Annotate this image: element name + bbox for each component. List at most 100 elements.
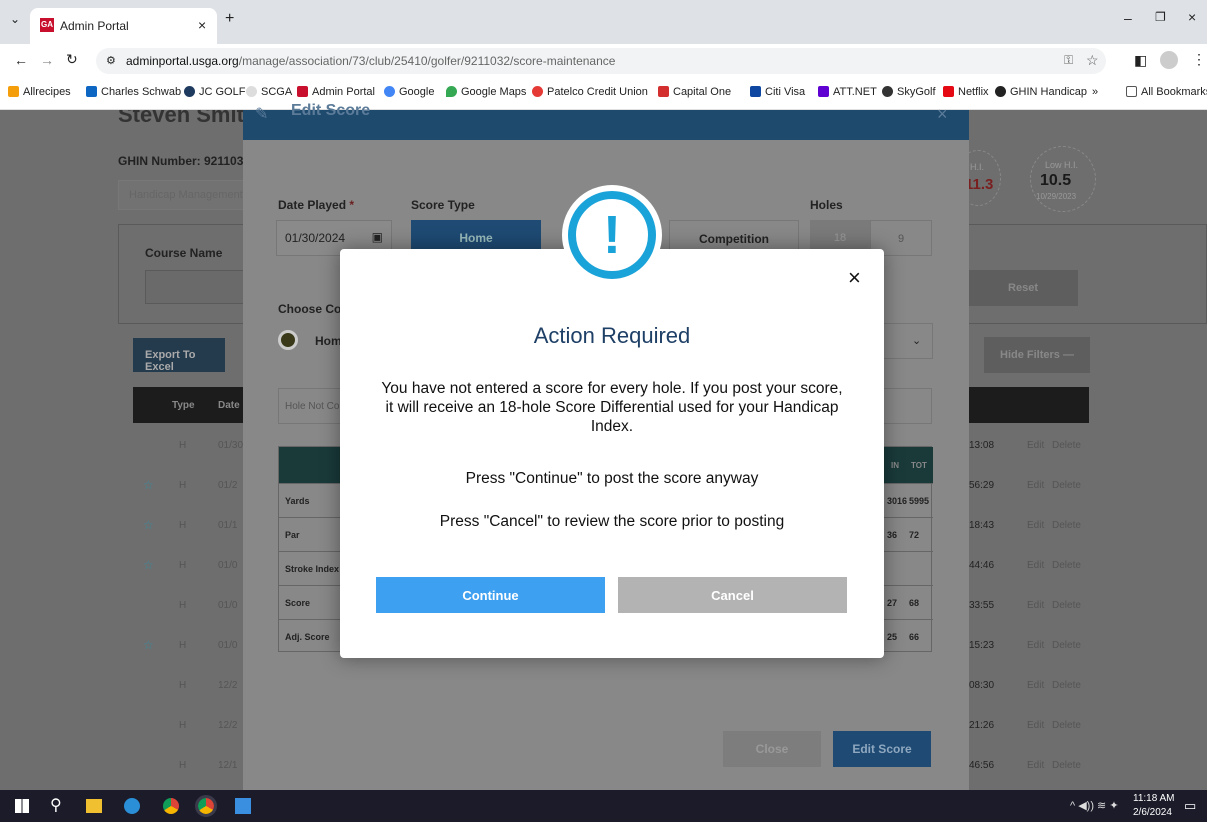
row-delete-link[interactable]: Delete xyxy=(1052,680,1081,691)
course-select[interactable]: ⌄ xyxy=(883,323,933,359)
row-edit-link[interactable]: Edit xyxy=(1027,520,1044,531)
tray-icons[interactable]: ^ ◀)) ≋ ✦ xyxy=(1070,799,1119,812)
minimize-icon[interactable]: – xyxy=(1124,10,1132,26)
row-type: H xyxy=(179,640,187,651)
back-icon[interactable]: ← xyxy=(14,52,28,68)
bookmark-9[interactable]: Citi Visa xyxy=(750,86,805,98)
row-delete-link[interactable]: Delete xyxy=(1052,720,1081,731)
export-excel-button[interactable]: Export To Excel xyxy=(133,338,225,373)
reset-button[interactable]: Reset xyxy=(968,270,1078,306)
handicap-tab[interactable]: Handicap Management xyxy=(118,180,244,210)
holes-label: Holes xyxy=(810,198,843,212)
chrome-icon[interactable] xyxy=(163,798,179,814)
row-delete-link[interactable]: Delete xyxy=(1052,760,1081,771)
home-radio-label: Hom xyxy=(315,334,342,348)
browser-tab[interactable]: GA Admin Portal × xyxy=(30,8,217,44)
row-delete-link[interactable]: Delete xyxy=(1052,480,1081,491)
row-delete-link[interactable]: Delete xyxy=(1052,600,1081,611)
all-bookmarks[interactable]: All Bookmarks xyxy=(1126,86,1207,98)
favorite-star-icon[interactable]: ☆ xyxy=(143,518,154,532)
row-date: 01/0 xyxy=(218,600,238,611)
edit-close-icon[interactable]: × xyxy=(937,104,948,125)
row-edit-link[interactable]: Edit xyxy=(1027,680,1044,691)
date-played-label: Date Played * xyxy=(278,198,355,212)
row-edit-link[interactable]: Edit xyxy=(1027,560,1044,571)
row-type: H xyxy=(179,560,187,571)
profile-icon[interactable] xyxy=(1160,51,1178,69)
chrome-active-icon[interactable] xyxy=(195,795,217,817)
low-hi-date: 10/29/2023 xyxy=(1036,192,1077,201)
windows-start-icon[interactable] xyxy=(15,799,29,813)
row-time: 44:46 xyxy=(969,560,995,571)
cancel-hint: Press "Cancel" to review the score prior… xyxy=(439,513,785,530)
star-bookmark-icon[interactable]: ☆ xyxy=(1086,52,1099,69)
scorecard-in-value: 36 xyxy=(887,530,898,540)
row-edit-link[interactable]: Edit xyxy=(1027,640,1044,651)
url-bar[interactable]: ⚙ adminportal.usga.org/manage/associatio… xyxy=(96,48,1106,74)
clock-time: 11:18 AM xyxy=(1133,793,1175,804)
favorite-star-icon[interactable]: ☆ xyxy=(143,638,154,652)
course-name-input[interactable] xyxy=(145,270,245,304)
restore-icon[interactable]: ❐ xyxy=(1155,10,1166,24)
row-date: 01/1 xyxy=(218,520,238,531)
edit-score-button[interactable]: Edit Score xyxy=(833,731,931,767)
bookmark-13[interactable]: GHIN Handicap xyxy=(995,86,1087,98)
row-edit-link[interactable]: Edit xyxy=(1027,600,1044,611)
close-window-icon[interactable]: × xyxy=(1188,9,1196,25)
favorite-star-icon[interactable]: ☆ xyxy=(143,558,154,572)
cancel-button[interactable]: Cancel xyxy=(618,577,847,613)
hi-value: 11.3 xyxy=(965,176,994,193)
sidepanel-icon[interactable]: ◧ xyxy=(1134,52,1147,69)
bookmark-10[interactable]: ATT.NET xyxy=(818,86,877,98)
row-time: 08:30 xyxy=(969,680,995,691)
bookmark-0[interactable]: Allrecipes xyxy=(8,86,71,98)
row-edit-link[interactable]: Edit xyxy=(1027,480,1044,491)
bookmark-12[interactable]: Netflix xyxy=(943,86,989,98)
row-time: 13:08 xyxy=(969,440,995,451)
row-edit-link[interactable]: Edit xyxy=(1027,440,1044,451)
bookmark-2[interactable]: JC GOLF xyxy=(184,86,245,98)
close-icon[interactable]: × xyxy=(848,265,861,291)
new-tab-icon[interactable]: + xyxy=(225,10,234,28)
calendar-icon[interactable]: ▣ xyxy=(372,230,383,244)
tot-header: TOT xyxy=(911,461,927,470)
scorecard-row-label: Adj. Score xyxy=(285,632,330,642)
app-icon[interactable] xyxy=(235,798,251,814)
row-delete-link[interactable]: Delete xyxy=(1052,520,1081,531)
key-icon[interactable]: ⚿ xyxy=(1064,53,1073,68)
bookmark-7[interactable]: Patelco Credit Union xyxy=(532,86,648,98)
file-explorer-icon[interactable] xyxy=(86,799,102,813)
bookmark-5[interactable]: Google xyxy=(384,86,434,98)
row-delete-link[interactable]: Delete xyxy=(1052,640,1081,651)
search-icon[interactable]: ⚲ xyxy=(50,795,62,815)
row-type: H xyxy=(179,720,187,731)
bookmark-6[interactable]: Google Maps xyxy=(446,86,526,98)
bookmark-4[interactable]: Admin Portal xyxy=(297,86,375,98)
reload-icon[interactable]: ↻ xyxy=(66,51,78,68)
edge-icon[interactable] xyxy=(124,798,140,814)
bookmark-8[interactable]: Capital One xyxy=(658,86,731,98)
bookmarks-overflow-icon[interactable]: » xyxy=(1092,86,1098,98)
row-delete-link[interactable]: Delete xyxy=(1052,560,1081,571)
chevron-down-icon: ⌄ xyxy=(912,335,922,347)
hide-filters-button[interactable]: Hide Filters — xyxy=(984,337,1090,373)
bookmark-3[interactable]: SCGA xyxy=(246,86,292,98)
edit-pencil-icon: ✎ xyxy=(255,106,269,123)
forward-icon[interactable]: → xyxy=(40,52,54,68)
continue-button[interactable]: Continue xyxy=(376,577,605,613)
favorite-star-icon[interactable]: ☆ xyxy=(143,478,154,492)
row-delete-link[interactable]: Delete xyxy=(1052,440,1081,451)
notification-icon[interactable]: ▭ xyxy=(1184,798,1196,814)
tab-list-chevron-icon[interactable]: ⌄ xyxy=(10,12,20,26)
bookmark-11[interactable]: SkyGolf xyxy=(882,86,936,98)
home-course-radio[interactable] xyxy=(278,330,298,350)
row-edit-link[interactable]: Edit xyxy=(1027,720,1044,731)
row-type: H xyxy=(179,520,187,531)
scorecard-tot-value: 68 xyxy=(909,598,920,608)
menu-icon[interactable]: ⋮ xyxy=(1192,51,1206,68)
close-tab-icon[interactable]: × xyxy=(198,17,206,33)
site-info-icon[interactable]: ⚙ xyxy=(106,54,116,67)
close-button[interactable]: Close xyxy=(723,731,821,767)
row-edit-link[interactable]: Edit xyxy=(1027,760,1044,771)
bookmark-1[interactable]: Charles Schwab xyxy=(86,86,181,98)
